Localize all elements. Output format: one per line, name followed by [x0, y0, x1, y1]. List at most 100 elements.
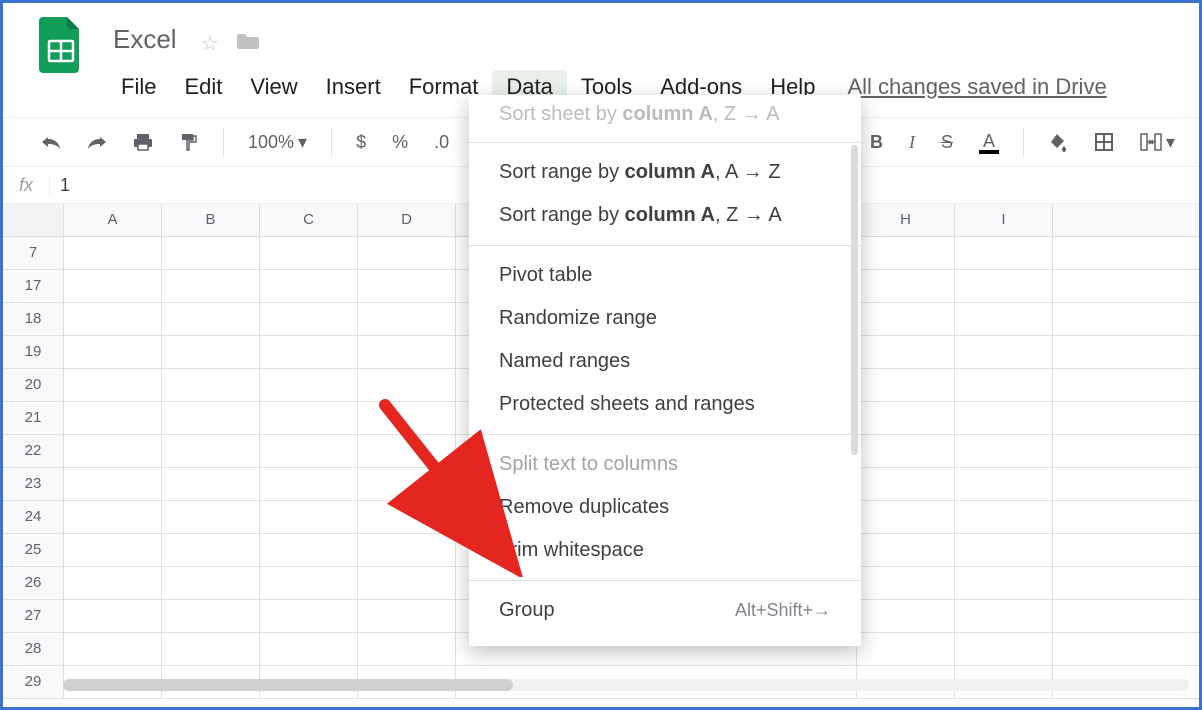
cell[interactable]: [857, 633, 955, 665]
cell[interactable]: [260, 303, 358, 335]
menu-file[interactable]: File: [107, 70, 170, 104]
cell[interactable]: [955, 270, 1053, 302]
cell[interactable]: [162, 534, 260, 566]
cell[interactable]: [260, 369, 358, 401]
cell[interactable]: [64, 600, 162, 632]
cell[interactable]: [358, 468, 456, 500]
select-all-corner[interactable]: [3, 204, 64, 236]
menu-item-sort-range-za[interactable]: Sort range by column A, Z → A: [469, 194, 861, 237]
cell[interactable]: [955, 435, 1053, 467]
column-header[interactable]: A: [64, 204, 162, 236]
cell[interactable]: [260, 501, 358, 533]
cell[interactable]: [162, 369, 260, 401]
horizontal-scrollbar[interactable]: [63, 679, 1189, 691]
row-header[interactable]: 27: [3, 600, 64, 632]
cell[interactable]: [857, 600, 955, 632]
cell[interactable]: [358, 270, 456, 302]
row-header[interactable]: 18: [3, 303, 64, 335]
cell[interactable]: [260, 600, 358, 632]
redo-icon[interactable]: [83, 133, 111, 151]
cell[interactable]: [260, 402, 358, 434]
cell[interactable]: [857, 435, 955, 467]
row-header[interactable]: 19: [3, 336, 64, 368]
cell[interactable]: [955, 237, 1053, 269]
cell[interactable]: [162, 270, 260, 302]
cell[interactable]: [260, 237, 358, 269]
row-header[interactable]: 25: [3, 534, 64, 566]
column-header[interactable]: D: [358, 204, 456, 236]
cell[interactable]: [64, 303, 162, 335]
cell[interactable]: [358, 600, 456, 632]
cell[interactable]: [955, 534, 1053, 566]
cell[interactable]: [358, 369, 456, 401]
row-header[interactable]: 20: [3, 369, 64, 401]
italic-button[interactable]: I: [905, 130, 919, 155]
fill-color-icon[interactable]: [1044, 130, 1072, 154]
cell[interactable]: [955, 567, 1053, 599]
cell[interactable]: [955, 369, 1053, 401]
cell[interactable]: [64, 501, 162, 533]
cell[interactable]: [358, 237, 456, 269]
row-header[interactable]: 28: [3, 633, 64, 665]
cell[interactable]: [64, 468, 162, 500]
undo-icon[interactable]: [37, 133, 65, 151]
row-header[interactable]: 26: [3, 567, 64, 599]
cell[interactable]: [162, 501, 260, 533]
cell[interactable]: [358, 303, 456, 335]
cell[interactable]: [358, 501, 456, 533]
row-header[interactable]: 17: [3, 270, 64, 302]
row-header[interactable]: 22: [3, 435, 64, 467]
dropdown-scrollbar[interactable]: [851, 145, 858, 455]
menu-item-group[interactable]: Group Alt+Shift+→: [469, 589, 861, 632]
cell[interactable]: [260, 534, 358, 566]
format-currency-button[interactable]: $: [352, 130, 370, 155]
column-header[interactable]: H: [857, 204, 955, 236]
cell[interactable]: [260, 336, 358, 368]
row-header[interactable]: 7: [3, 237, 64, 269]
cell[interactable]: [64, 435, 162, 467]
menu-item-remove-duplicates[interactable]: Remove duplicates: [469, 486, 861, 529]
menu-item-pivot-table[interactable]: Pivot table: [469, 254, 861, 297]
decrease-decimal-button[interactable]: .0: [430, 130, 453, 155]
cell[interactable]: [162, 237, 260, 269]
menu-item-trim-whitespace[interactable]: Trim whitespace: [469, 529, 861, 572]
cell[interactable]: [162, 435, 260, 467]
cell[interactable]: [955, 402, 1053, 434]
merge-cells-icon[interactable]: ▾: [1136, 130, 1179, 155]
cell[interactable]: [857, 303, 955, 335]
cell[interactable]: [358, 567, 456, 599]
cell[interactable]: [358, 633, 456, 665]
cell[interactable]: [260, 633, 358, 665]
cell[interactable]: [260, 270, 358, 302]
column-header[interactable]: C: [260, 204, 358, 236]
menu-edit[interactable]: Edit: [170, 70, 236, 104]
cell[interactable]: [64, 534, 162, 566]
cell[interactable]: [162, 468, 260, 500]
row-header[interactable]: 21: [3, 402, 64, 434]
cell[interactable]: [162, 303, 260, 335]
cell[interactable]: [64, 369, 162, 401]
cell[interactable]: [260, 435, 358, 467]
cell[interactable]: [955, 633, 1053, 665]
cell[interactable]: [955, 501, 1053, 533]
cell[interactable]: [162, 336, 260, 368]
cell[interactable]: [64, 237, 162, 269]
doc-title[interactable]: Excel: [107, 22, 183, 56]
cell[interactable]: [64, 567, 162, 599]
menu-item-named-ranges[interactable]: Named ranges: [469, 340, 861, 383]
cell[interactable]: [857, 369, 955, 401]
cell[interactable]: [162, 600, 260, 632]
column-header[interactable]: B: [162, 204, 260, 236]
menu-item-randomize-range[interactable]: Randomize range: [469, 297, 861, 340]
cell[interactable]: [358, 336, 456, 368]
menu-insert[interactable]: Insert: [312, 70, 395, 104]
cell[interactable]: [857, 567, 955, 599]
zoom-select[interactable]: 100% ▾: [244, 130, 311, 155]
cell[interactable]: [358, 435, 456, 467]
cell[interactable]: [955, 303, 1053, 335]
cell[interactable]: [64, 270, 162, 302]
cell[interactable]: [64, 402, 162, 434]
strike-button[interactable]: S: [937, 130, 957, 155]
star-icon[interactable]: ☆: [201, 31, 219, 56]
cell[interactable]: [955, 600, 1053, 632]
